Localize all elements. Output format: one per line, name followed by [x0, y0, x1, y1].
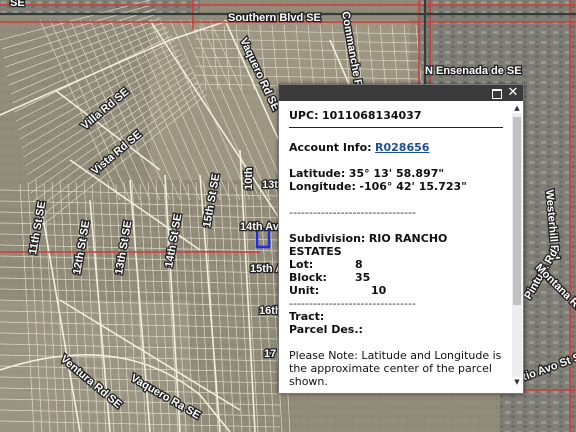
lot-value: 8: [355, 258, 363, 271]
road-label-n-ensenada: N Ensenada de SE: [425, 65, 522, 77]
scroll-up-icon[interactable]: ▲: [512, 103, 522, 113]
popup-header[interactable]: ✕: [279, 85, 523, 101]
account-row: Account Info: R028656: [289, 141, 511, 154]
upc-label: UPC:: [289, 109, 319, 122]
latitude-row: Latitude: 35° 13' 58.897": [289, 167, 511, 180]
popup-content: UPC: 1011068134037 Account Info: R028656…: [289, 109, 511, 387]
account-label: Account Info:: [289, 141, 372, 154]
section-divider-1: --------------------------------: [289, 206, 417, 219]
title-divider: [289, 127, 503, 128]
parcel-info-popup[interactable]: ✕ UPC: 1011068134037 Account Info: R0286…: [278, 84, 524, 394]
road-label-17th: 17: [264, 348, 276, 360]
lot-label: Lot:: [289, 258, 314, 271]
block-label: Block:: [289, 271, 327, 284]
longitude-label: Longitude:: [289, 180, 356, 193]
tract-label: Tract:: [289, 310, 325, 323]
upc-value: 1011068134037: [321, 109, 422, 122]
close-icon[interactable]: ✕: [507, 86, 519, 99]
road-label-10th: 10th: [243, 167, 255, 190]
longitude-row: Longitude: -106° 42' 15.723": [289, 180, 511, 193]
road-label-misc-top: SE: [10, 0, 25, 9]
subdivision-row: Subdivision: RIO RANCHO: [289, 232, 511, 245]
section-divider-2: --------------------------------: [289, 297, 417, 310]
unit-label: Unit:: [289, 284, 320, 297]
scroll-down-icon[interactable]: ▼: [512, 377, 522, 387]
road-label-14th-av: 14th Av: [240, 221, 280, 233]
unit-row: Unit: 10: [289, 284, 511, 297]
block-row: Block: 35: [289, 271, 511, 284]
latitude-value: 35° 13' 58.897": [348, 167, 445, 180]
unit-value: 10: [371, 284, 387, 297]
subdivision-value-cont: ESTATES: [289, 245, 342, 258]
coordinate-note: Please Note: Latitude and Longitude is t…: [289, 349, 502, 387]
upc-row: UPC: 1011068134037: [289, 109, 511, 122]
latitude-label: Latitude:: [289, 167, 346, 180]
subdivision-label: Subdivision:: [289, 232, 366, 245]
account-link[interactable]: R028656: [375, 141, 429, 154]
popup-scrollbar[interactable]: ▲ ▼: [512, 103, 522, 387]
longitude-value: -106° 42' 15.723": [359, 180, 467, 193]
scroll-thumb[interactable]: [513, 117, 521, 305]
subdivision-value: RIO RANCHO: [368, 232, 448, 245]
lot-row: Lot: 8: [289, 258, 511, 271]
road-label-southern-blvd: Southern Blvd SE: [228, 12, 321, 24]
block-value: 35: [355, 271, 371, 284]
maximize-icon[interactable]: [491, 87, 503, 99]
parcel-des-label: Parcel Des.:: [289, 323, 363, 336]
